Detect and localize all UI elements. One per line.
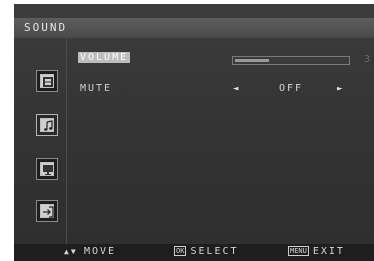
up-down-arrow-icon: ▲▼	[64, 247, 78, 256]
tab-input[interactable]	[36, 200, 58, 222]
footer-move: ▲▼ MOVE	[64, 246, 116, 257]
picture-icon	[40, 74, 54, 88]
footer-exit: MENU EXIT	[288, 246, 345, 257]
monitor-icon	[40, 162, 54, 176]
volume-label[interactable]: VOLUME	[78, 52, 131, 63]
volume-level	[235, 59, 269, 62]
menu-header: SOUND	[14, 18, 374, 38]
music-note-icon	[40, 118, 54, 132]
footer-move-label: MOVE	[84, 246, 117, 257]
mute-left-arrow-icon[interactable]: ◄	[233, 84, 238, 94]
volume-slider[interactable]	[232, 56, 350, 65]
footer-select: OK SELECT	[174, 246, 239, 257]
volume-value: 3	[364, 54, 371, 65]
mute-right-arrow-icon[interactable]: ►	[337, 84, 342, 94]
osd-screen: SOUND VOLUME 3 MUTE ◄ OFF ► ▲▼ MOVE OK S…	[14, 4, 374, 261]
ok-key-icon: OK	[174, 246, 187, 256]
menu-key-icon: MENU	[288, 246, 309, 256]
mute-label[interactable]: MUTE	[80, 83, 112, 94]
mute-value: OFF	[278, 83, 304, 94]
tab-sound[interactable]	[36, 114, 58, 136]
footer-select-label: SELECT	[190, 246, 239, 257]
tab-picture[interactable]	[36, 70, 58, 92]
input-icon	[40, 204, 54, 218]
tab-screen[interactable]	[36, 158, 58, 180]
divider	[66, 38, 67, 244]
menu-title: SOUND	[24, 21, 68, 34]
footer-exit-label: EXIT	[312, 246, 345, 257]
footer-bar: ▲▼ MOVE OK SELECT MENU EXIT	[14, 244, 374, 261]
